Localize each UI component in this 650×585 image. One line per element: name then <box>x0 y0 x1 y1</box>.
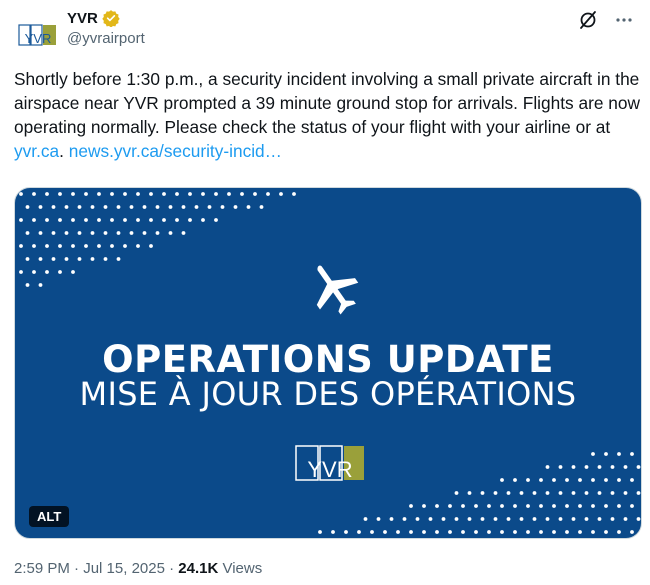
account-handle[interactable]: @yvrairport <box>67 30 145 47</box>
tweet-link-yvr[interactable]: yvr.ca <box>14 141 59 161</box>
author-name-row[interactable]: YVR <box>67 9 120 28</box>
tweet-time[interactable]: 2:59 PM <box>14 560 70 577</box>
tweet-text: Shortly before 1:30 p.m., a security inc… <box>14 67 642 163</box>
display-name[interactable]: YVR <box>67 10 98 27</box>
media-logo-text: YVR <box>307 457 352 482</box>
media-image[interactable]: OPERATIONS UPDATE MISE À JOUR DES OPÉRAT… <box>14 187 642 539</box>
grok-icon[interactable] <box>578 10 598 30</box>
operations-update-subtitle: MISE À JOUR DES OPÉRATIONS <box>79 375 577 413</box>
verified-badge-icon <box>102 9 120 28</box>
meta-separator: · <box>164 560 179 577</box>
tweet-separator: . <box>59 141 69 161</box>
alt-text-button[interactable]: ALT <box>29 506 70 527</box>
tweet-link-news[interactable]: news.yvr.ca/security-incid… <box>69 141 282 161</box>
tweet-meta: 2:59 PM · Jul 15, 2025 · 24.1K Views <box>14 560 262 577</box>
meta-separator: · <box>69 560 84 577</box>
airplane-icon <box>316 265 359 315</box>
avatar[interactable]: YVR <box>18 16 58 56</box>
avatar-logo-text: YVR <box>25 31 52 46</box>
yvr-logo-icon: YVR <box>294 444 366 482</box>
tweet-date[interactable]: Jul 15, 2025 <box>83 560 165 577</box>
yvr-logo-icon: YVR <box>18 24 58 46</box>
more-icon[interactable] <box>614 10 634 30</box>
views-label: Views <box>218 560 263 577</box>
tweet-body: Shortly before 1:30 p.m., a security inc… <box>14 69 640 137</box>
views-count: 24.1K <box>178 560 219 577</box>
